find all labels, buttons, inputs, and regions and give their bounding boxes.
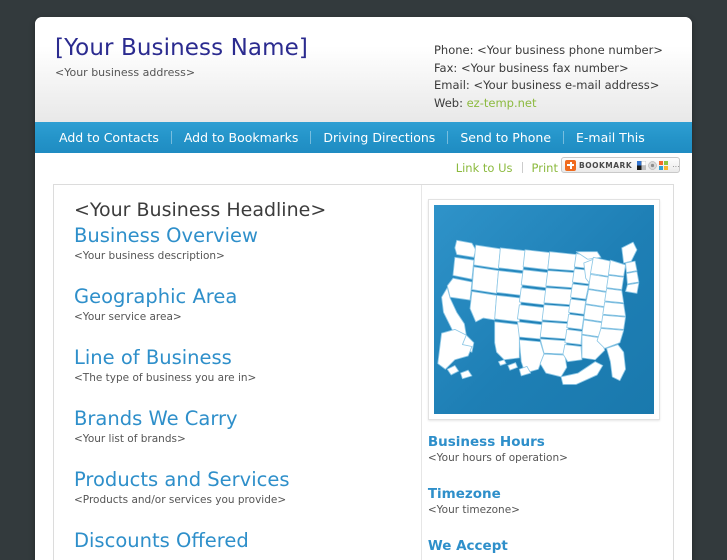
email-label: Email:	[434, 78, 470, 92]
map-frame	[428, 199, 660, 420]
left-column: <Your Business Headline> Business Overvi…	[54, 185, 421, 560]
sidebar-title-business-hours: Business Hours	[428, 434, 663, 450]
more-options-icon[interactable]: ...	[672, 162, 680, 168]
page-header: [Your Business Name] <Your business addr…	[35, 17, 692, 122]
section-desc-line-of-business: <The type of business you are in>	[74, 372, 409, 384]
page-root: [Your Business Name] <Your business addr…	[0, 0, 727, 545]
phone-line: Phone: <Your business phone number>	[434, 42, 663, 60]
technorati-icon[interactable]	[648, 161, 657, 170]
business-address: <Your business address>	[55, 66, 195, 79]
windows-live-icon[interactable]	[659, 161, 668, 170]
section-desc-products-and-services: <Products and/or services you provide>	[74, 494, 409, 506]
email-value: <Your business e-mail address>	[473, 78, 659, 92]
email-line: Email: <Your business e-mail address>	[434, 77, 663, 95]
sidebar-desc-business-hours: <Your hours of operation>	[428, 452, 663, 464]
contact-info-block: Phone: <Your business phone number> Fax:…	[434, 42, 663, 112]
fax-value: <Your business fax number>	[461, 61, 629, 75]
nav-item-add-to-bookmarks[interactable]: Add to Bookmarks	[172, 131, 312, 144]
section-desc-geographic-area: <Your service area>	[74, 311, 409, 323]
action-nav-bar: Add to Contacts Add to Bookmarks Driving…	[35, 122, 692, 153]
right-column: Business Hours <Your hours of operation>…	[421, 185, 673, 560]
plus-icon	[565, 160, 576, 171]
sidebar-title-timezone: Timezone	[428, 486, 663, 502]
business-card: [Your Business Name] <Your business addr…	[35, 17, 692, 560]
nav-item-e-mail-this[interactable]: E-mail This	[564, 131, 657, 144]
sidebar-desc-timezone: <Your timezone>	[428, 504, 663, 516]
nav-item-driving-directions[interactable]: Driving Directions	[311, 131, 448, 144]
nav-item-add-to-contacts[interactable]: Add to Contacts	[47, 131, 172, 144]
section-desc-brands-we-carry: <Your list of brands>	[74, 433, 409, 445]
share-service-icons: ...	[637, 161, 680, 170]
bookmark-label: BOOKMARK	[579, 161, 632, 170]
fax-line: Fax: <Your business fax number>	[434, 60, 663, 78]
section-desc-business-overview: <Your business description>	[74, 250, 409, 262]
web-label: Web:	[434, 96, 463, 110]
phone-value: <Your business phone number>	[477, 43, 663, 57]
business-name: [Your Business Name]	[55, 35, 308, 61]
delicious-icon[interactable]	[637, 161, 646, 170]
sidebar-title-we-accept: We Accept	[428, 538, 663, 554]
phone-label: Phone:	[434, 43, 474, 57]
section-title-products-and-services: Products and Services	[74, 467, 409, 493]
page-headline: <Your Business Headline>	[74, 199, 409, 221]
section-title-business-overview: Business Overview	[74, 223, 409, 249]
fax-label: Fax:	[434, 61, 457, 75]
web-link[interactable]: ez-temp.net	[467, 96, 537, 110]
content-box: <Your Business Headline> Business Overvi…	[53, 184, 674, 560]
section-title-line-of-business: Line of Business	[74, 345, 409, 371]
link-to-us-link[interactable]: Link to Us	[447, 161, 522, 175]
section-title-brands-we-carry: Brands We Carry	[74, 406, 409, 432]
nav-item-send-to-phone[interactable]: Send to Phone	[448, 131, 564, 144]
section-title-geographic-area: Geographic Area	[74, 284, 409, 310]
utility-bar: Link to UsPrint BOOKMARK	[35, 153, 692, 184]
web-line: Web: ez-temp.net	[434, 95, 663, 113]
united-states-map-icon	[434, 205, 654, 414]
bookmark-share-button[interactable]: BOOKMARK	[561, 157, 680, 173]
utility-links: Link to UsPrint	[447, 161, 567, 175]
section-title-discounts-offered: Discounts Offered	[74, 528, 409, 554]
